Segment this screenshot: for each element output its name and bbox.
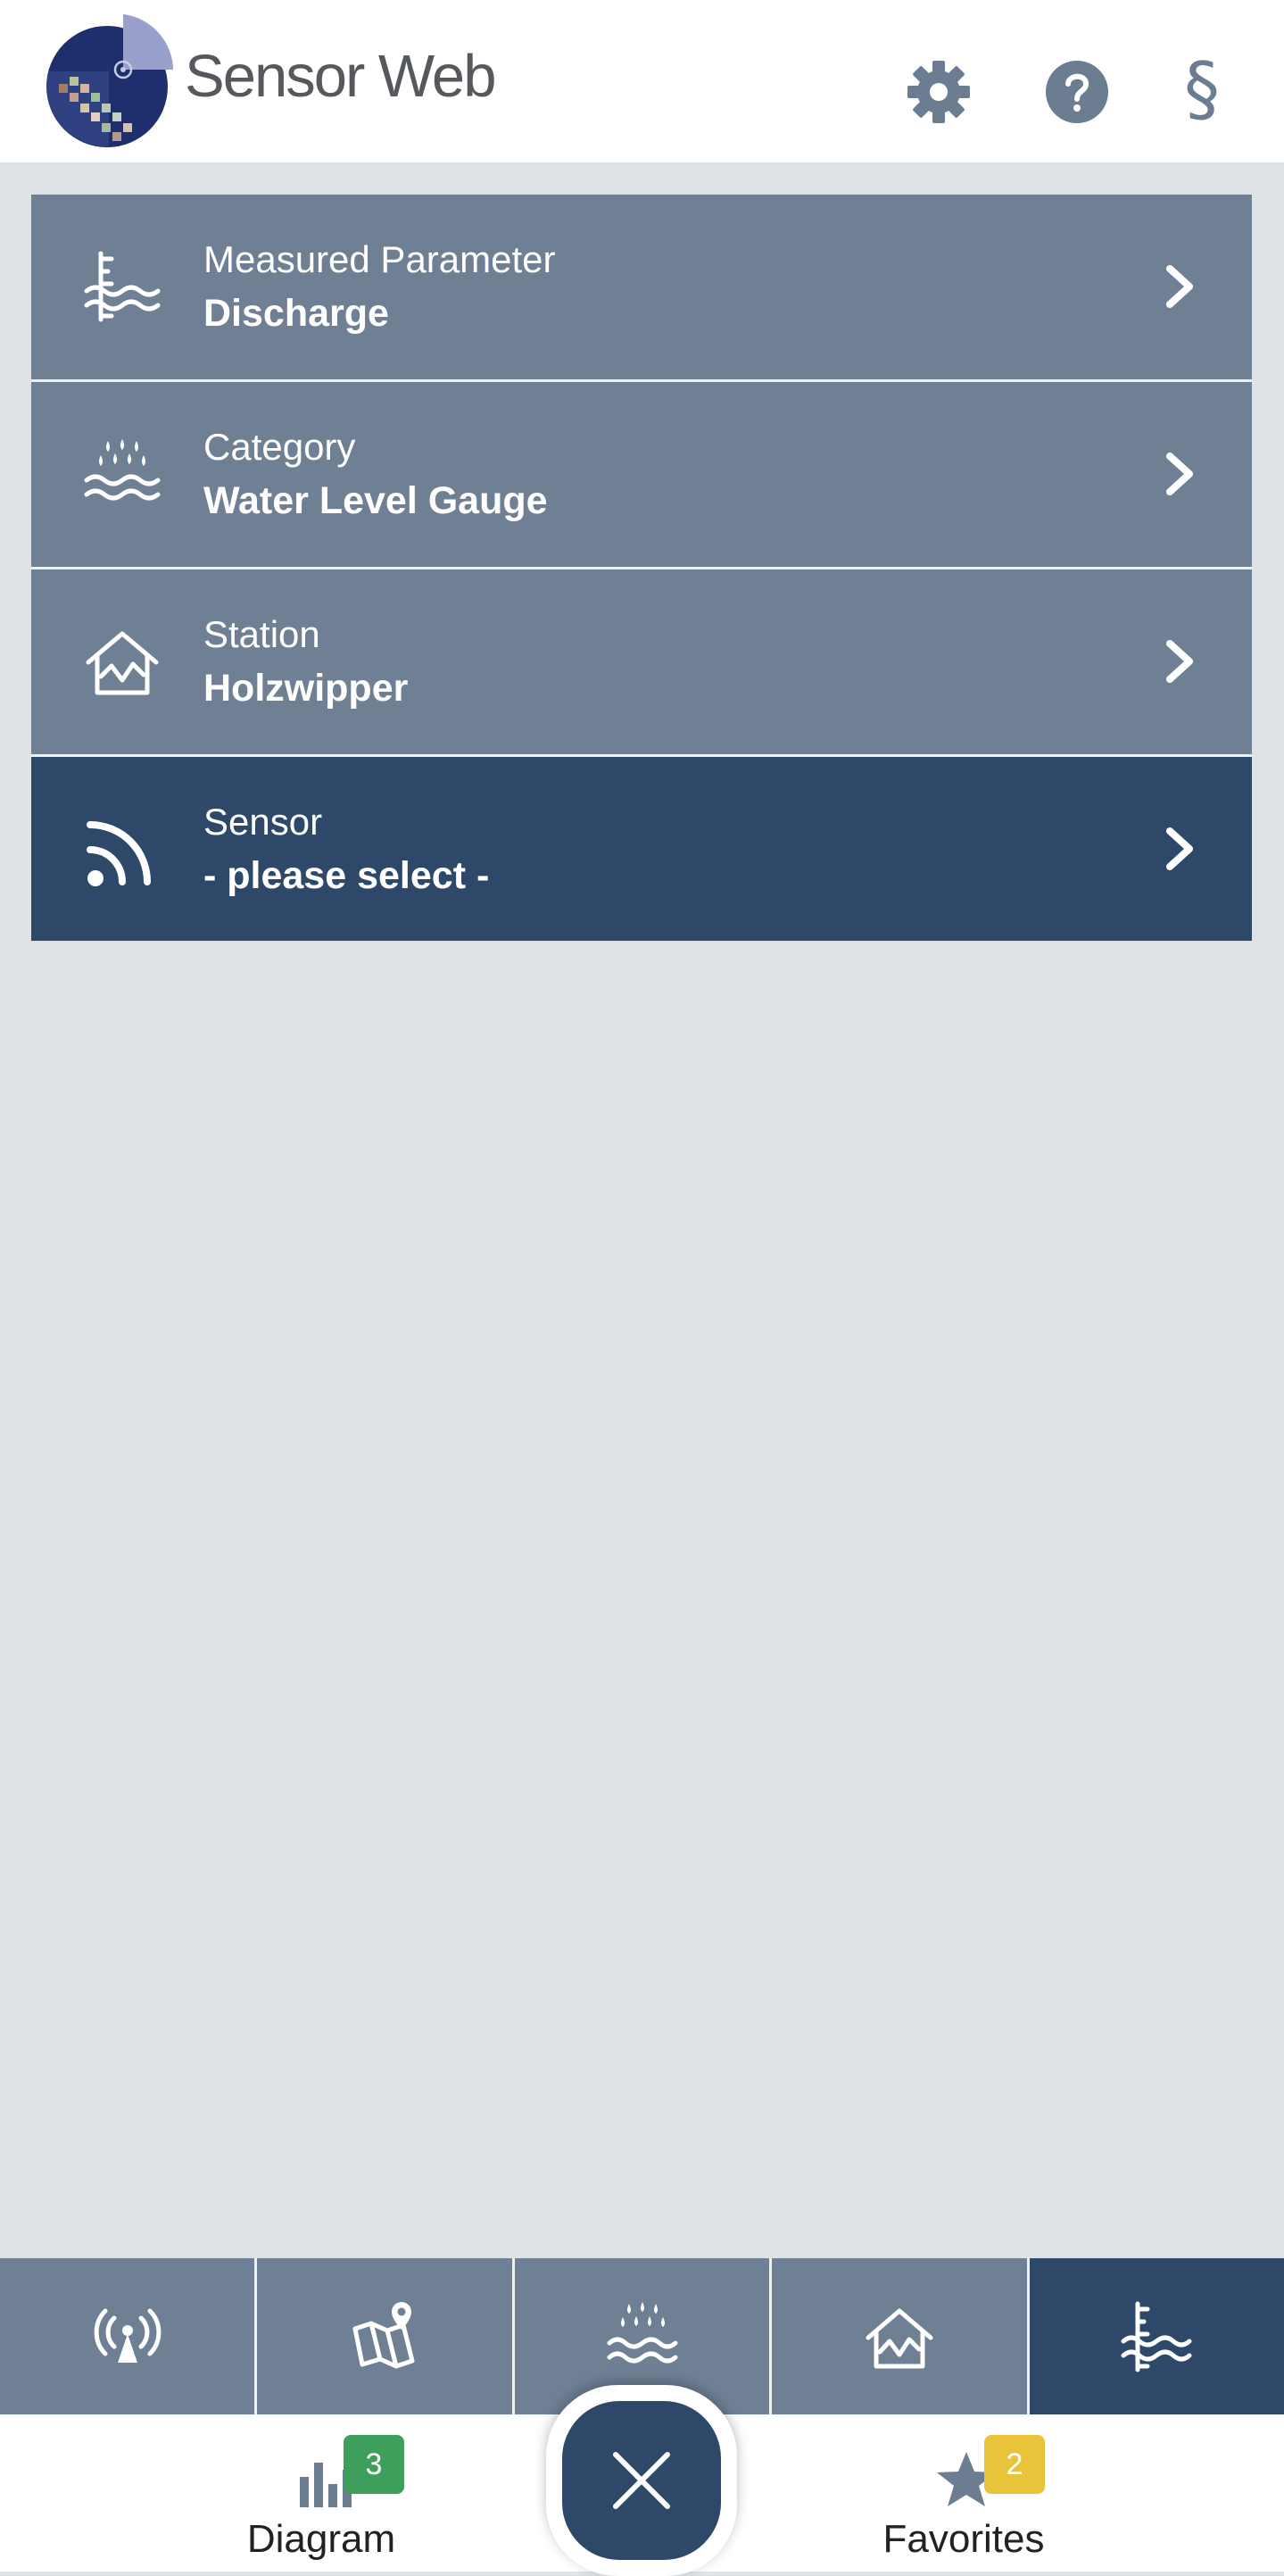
question-icon — [1046, 61, 1108, 123]
chevron-right-icon — [1154, 636, 1204, 686]
rain-waves-icon — [81, 434, 163, 516]
row-label: Station — [203, 613, 320, 655]
row-label: Sensor — [203, 801, 323, 843]
tab-parameter[interactable] — [1029, 2258, 1284, 2414]
tab-map[interactable] — [257, 2258, 515, 2414]
tab-sensor[interactable] — [0, 2258, 258, 2414]
favorites-label: Favorites — [882, 2517, 1045, 2561]
tab-station[interactable] — [772, 2258, 1030, 2414]
diagram-count-badge: 3 — [344, 2435, 404, 2494]
row-value: Discharge — [203, 292, 389, 335]
row-category[interactable]: Category Water Level Gauge — [31, 382, 1252, 569]
gear-icon — [907, 61, 970, 123]
row-label: Measured Parameter — [203, 238, 556, 280]
row-label: Category — [203, 426, 356, 468]
water-level-icon — [81, 246, 163, 328]
station-house-icon — [866, 2308, 933, 2368]
settings-button[interactable] — [906, 59, 972, 125]
help-button[interactable] — [1044, 59, 1110, 125]
chevron-right-icon — [1154, 262, 1204, 312]
signal-icon — [81, 809, 163, 891]
favorites-button[interactable]: 2 Favorites — [857, 2414, 1071, 2572]
antenna-icon — [94, 2308, 162, 2363]
row-station[interactable]: Station Holzwipper — [31, 569, 1252, 757]
selection-list: Measured Parameter Discharge Category Wa… — [31, 195, 1252, 941]
favorites-count-badge: 2 — [984, 2435, 1045, 2494]
close-icon — [613, 2452, 670, 2509]
station-house-icon — [81, 621, 163, 703]
row-sensor[interactable]: Sensor - please select - — [31, 757, 1252, 941]
chevron-right-icon — [1154, 449, 1204, 499]
diagram-label: Diagram — [246, 2517, 396, 2561]
rain-waves-icon — [607, 2301, 678, 2363]
row-value: Water Level Gauge — [203, 479, 548, 522]
app-header: Sensor Web § — [0, 0, 1284, 162]
water-level-icon — [1121, 2301, 1192, 2372]
diagram-button[interactable]: 3 Diagram — [223, 2414, 419, 2572]
row-value: - please select - — [203, 854, 490, 897]
map-pin-icon — [352, 2301, 415, 2368]
sensor-web-logo[interactable] — [37, 12, 178, 150]
close-button[interactable] — [562, 2401, 721, 2560]
brand-name: Sensor Web — [185, 43, 496, 110]
row-value: Holzwipper — [203, 667, 409, 710]
row-measured-parameter[interactable]: Measured Parameter Discharge — [31, 195, 1252, 382]
section-sign-icon[interactable]: § — [1184, 54, 1220, 125]
chevron-right-icon — [1154, 824, 1204, 874]
